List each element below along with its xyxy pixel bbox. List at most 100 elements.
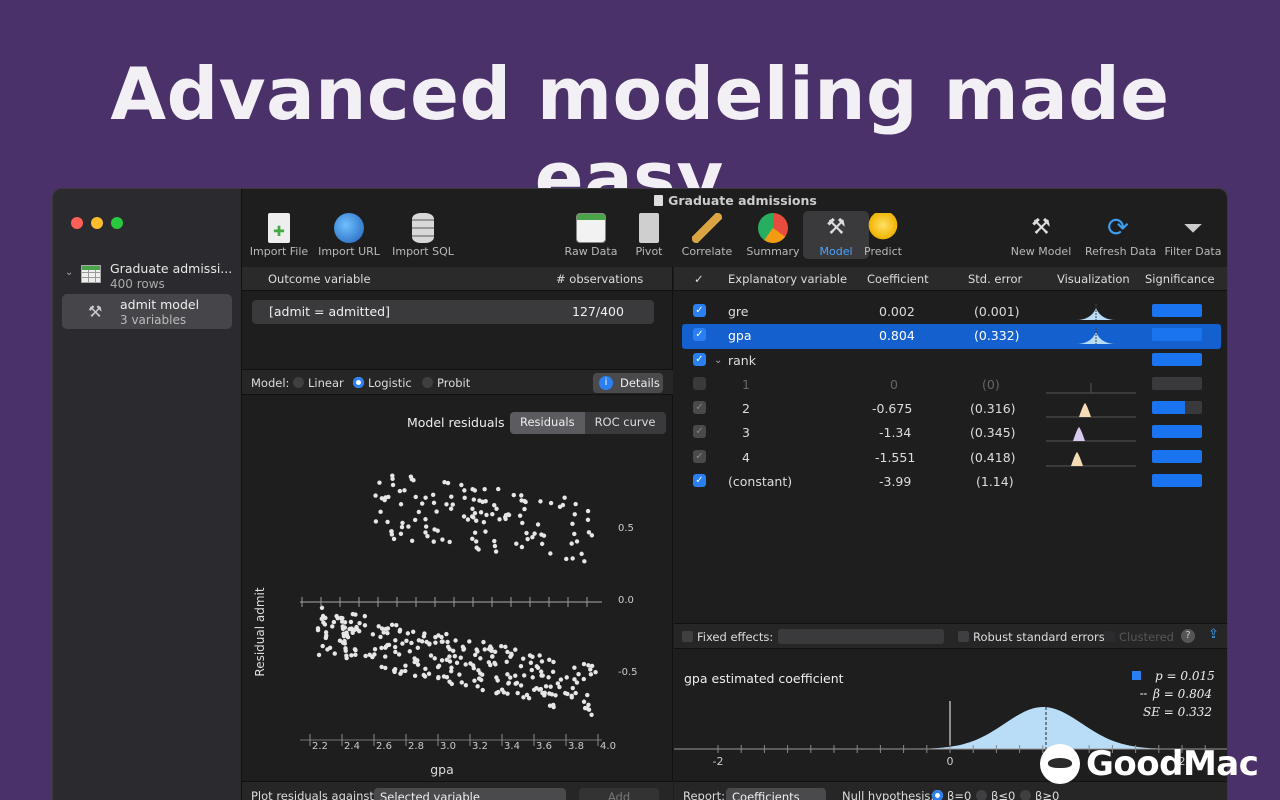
scatter-point (476, 547, 481, 552)
scatter-point (588, 667, 593, 672)
share-icon[interactable]: ⇪ (1208, 627, 1219, 642)
import-url-button[interactable]: Import URL (316, 211, 382, 259)
clustered-checkbox[interactable] (1104, 631, 1115, 642)
radio-probit[interactable]: Probit (422, 376, 470, 390)
scatter-point (570, 685, 575, 691)
scatter-point (433, 640, 438, 645)
scatter-point (564, 675, 569, 680)
row-checkbox[interactable]: ✓ (693, 449, 706, 463)
scatter-point (449, 665, 454, 670)
table-row[interactable]: ✓ 3 -1.34 (0.345) (674, 421, 1227, 445)
scatter-point (539, 541, 545, 547)
predict-label: Predict (864, 245, 902, 258)
import-sql-button[interactable]: Import SQL (390, 211, 456, 259)
scatter-point (431, 539, 436, 544)
y-tick-label: 0.5 (618, 523, 634, 534)
scatter-point (465, 517, 471, 522)
scatter-point (385, 626, 391, 631)
scatter-point (320, 643, 325, 649)
raw-data-button[interactable]: Raw Data (558, 211, 624, 259)
fixed-effects-select[interactable] (778, 629, 944, 644)
predict-button[interactable]: Predict (850, 211, 916, 259)
radio-linear[interactable]: Linear (293, 376, 344, 390)
table-row[interactable]: ✓ ⌄ rank (674, 349, 1227, 373)
row-checkbox[interactable]: ✓ (693, 401, 706, 415)
new-model-button[interactable]: ⚒ New Model (1008, 211, 1074, 259)
scatter-point (514, 541, 519, 546)
plot-against-select[interactable]: Selected variable (374, 788, 566, 800)
row-checkbox[interactable] (693, 376, 706, 390)
radio-beta-eq-0[interactable]: β=0 (932, 789, 971, 800)
scatter-point (496, 486, 501, 492)
table-row[interactable]: ✓ gre 0.002 (0.001) (674, 300, 1227, 324)
add-button[interactable]: Add (579, 788, 659, 800)
chevron-down-icon[interactable]: ⌄ (65, 267, 73, 278)
table-row-selected[interactable]: ✓ gpa 0.804 (0.332) (682, 324, 1221, 349)
details-button[interactable]: i Details (593, 373, 663, 393)
zoom-window-button[interactable] (111, 217, 123, 229)
row-coefficient: -1.34 (879, 425, 912, 441)
row-coefficient: 0.002 (879, 304, 915, 319)
fixed-effects-checkbox[interactable] (682, 631, 693, 642)
table-row[interactable]: ✓ (constant) -3.99 (1.14) (674, 470, 1227, 494)
row-std-error: (0.316) (970, 401, 1016, 417)
report-select[interactable]: Coefficients (726, 788, 826, 800)
scatter-point (459, 680, 464, 685)
significance-bar (1152, 449, 1202, 463)
main-area: Graduate admissions ✚ Import File Import… (242, 189, 1227, 800)
row-checkbox[interactable]: ✓ (693, 474, 706, 488)
chevron-down-icon[interactable]: ⌄ (714, 355, 722, 366)
summary-button[interactable]: Summary (740, 211, 806, 259)
scatter-point (367, 652, 372, 657)
scatter-point (549, 692, 555, 697)
pivot-button[interactable]: Pivot (616, 211, 682, 259)
scatter-point (421, 634, 427, 639)
scatter-point (383, 654, 388, 659)
row-checkbox[interactable]: ✓ (693, 328, 706, 342)
minimize-window-button[interactable] (91, 217, 103, 229)
radio-beta-le-0[interactable]: β≤0 (976, 789, 1015, 800)
scatter-point (404, 638, 409, 644)
row-checkbox[interactable]: ✓ (693, 352, 706, 366)
scatter-point (504, 659, 509, 665)
goodmac-watermark: GoodMac (1040, 742, 1270, 792)
row-checkbox[interactable]: ✓ (693, 304, 706, 317)
radio-logistic-label: Logistic (368, 376, 412, 390)
tab-roc-curve[interactable]: ROC curve (584, 412, 666, 434)
outcome-row[interactable]: [admit = admitted] 127/400 (252, 300, 654, 324)
robust-se-checkbox[interactable] (958, 631, 969, 642)
window-controls (71, 217, 123, 229)
x-axis-label: gpa (430, 762, 454, 777)
table-row[interactable]: 1 0 (0) (674, 373, 1227, 397)
scatter-point (397, 488, 403, 494)
scatter-point (415, 645, 421, 650)
scatter-point (471, 497, 477, 502)
refresh-data-button[interactable]: ⟳ Refresh Data (1085, 211, 1156, 259)
scatter-points (315, 473, 598, 717)
info-icon: i (599, 376, 613, 390)
sidebar-model-item[interactable]: ⚒ admit model 3 variables (62, 294, 232, 329)
scatter-point (475, 684, 480, 689)
row-checkbox[interactable]: ✓ (693, 425, 706, 439)
scatter-point (406, 524, 411, 529)
scatter-point (453, 638, 458, 643)
close-window-button[interactable] (71, 217, 83, 229)
scatter-point (436, 633, 441, 638)
scatter-point (489, 648, 494, 654)
import-file-button[interactable]: ✚ Import File (246, 211, 312, 259)
tab-residuals[interactable]: Residuals (510, 412, 585, 434)
table-row[interactable]: ✓ 2 -0.675 (0.316) (674, 397, 1227, 421)
scatter-point (396, 652, 402, 657)
x-tick-label: 3.8 (568, 741, 584, 752)
correlate-button[interactable]: Correlate (674, 211, 740, 259)
scatter-point (569, 695, 574, 700)
help-icon[interactable]: ? (1181, 629, 1195, 643)
filter-data-button[interactable]: ⏷ Filter Data (1160, 211, 1226, 259)
scatter-point (439, 658, 445, 663)
table-row[interactable]: ✓ 4 -1.551 (0.418) (674, 446, 1227, 470)
sidebar-dataset-item[interactable]: ⌄ Graduate admissi... 400 rows (63, 261, 233, 293)
scatter-point (349, 626, 354, 631)
coefficient-col-header: Coefficient (867, 272, 929, 286)
significance-col-header: Significance (1145, 272, 1215, 286)
radio-logistic[interactable]: Logistic (353, 376, 412, 390)
